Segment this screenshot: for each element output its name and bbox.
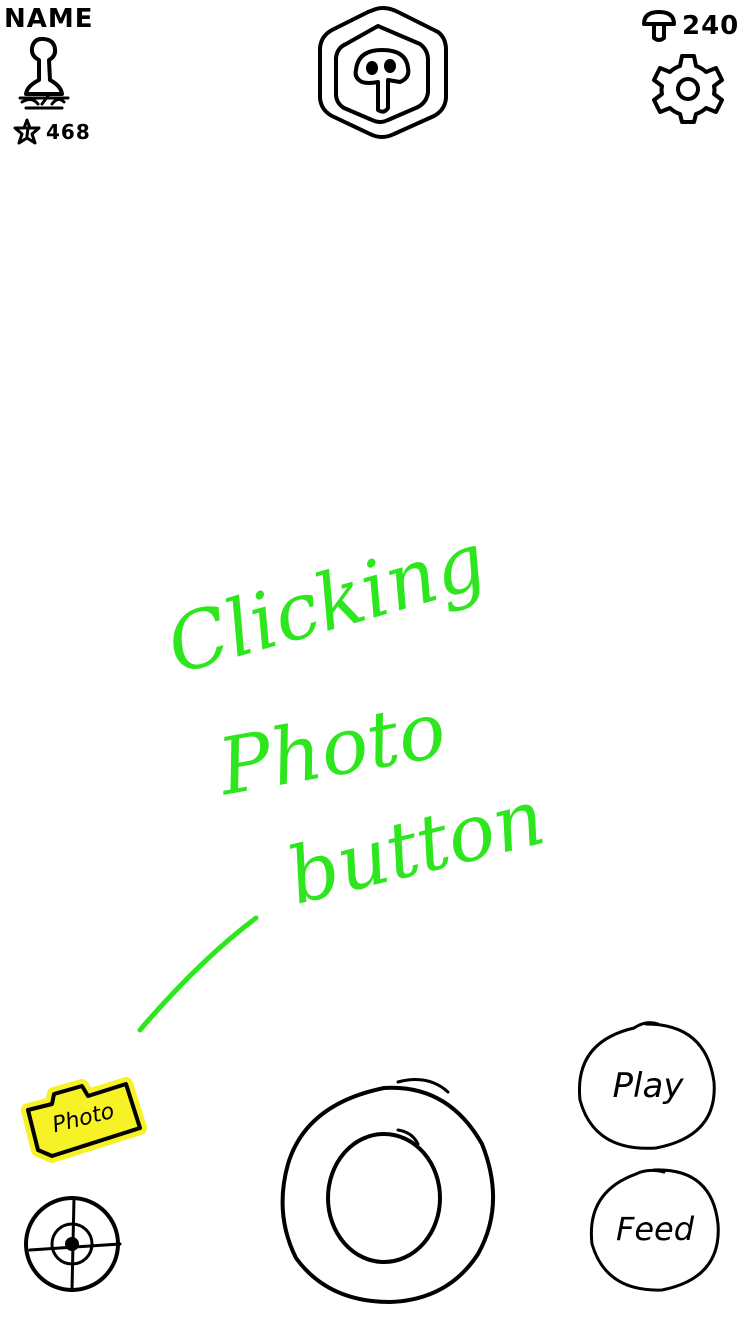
photo-button[interactable]: Photo [21,1068,148,1164]
annotation-line-3: button [279,772,554,923]
avatar[interactable] [12,36,76,114]
capture-button[interactable] [278,1074,504,1306]
stars-count: 468 [46,120,91,144]
gear-icon [652,54,724,124]
plunger-mushroom-avatar-icon [18,36,70,110]
crosshair-target-icon [24,1196,122,1292]
mushroom-hexagon-badge-icon [318,6,448,139]
profile-name: NAME [4,4,94,34]
play-button[interactable]: Play [576,1018,720,1154]
currency: 240 [640,8,739,44]
star-icon [13,118,41,145]
stars-row: 468 [12,118,91,146]
capture-ring-icon [280,1078,496,1304]
mushroom-currency-icon [642,10,676,42]
annotation-line-2: Photo [212,685,453,814]
feed-label: Feed [615,1210,695,1248]
target-button[interactable] [22,1194,126,1294]
settings-button[interactable] [652,52,724,124]
annotation-line-1: Clicking [157,515,496,693]
play-label: Play [612,1066,684,1106]
feed-button[interactable]: Feed [588,1164,722,1294]
center-badge[interactable] [316,6,450,140]
currency-amount: 240 [682,11,740,41]
